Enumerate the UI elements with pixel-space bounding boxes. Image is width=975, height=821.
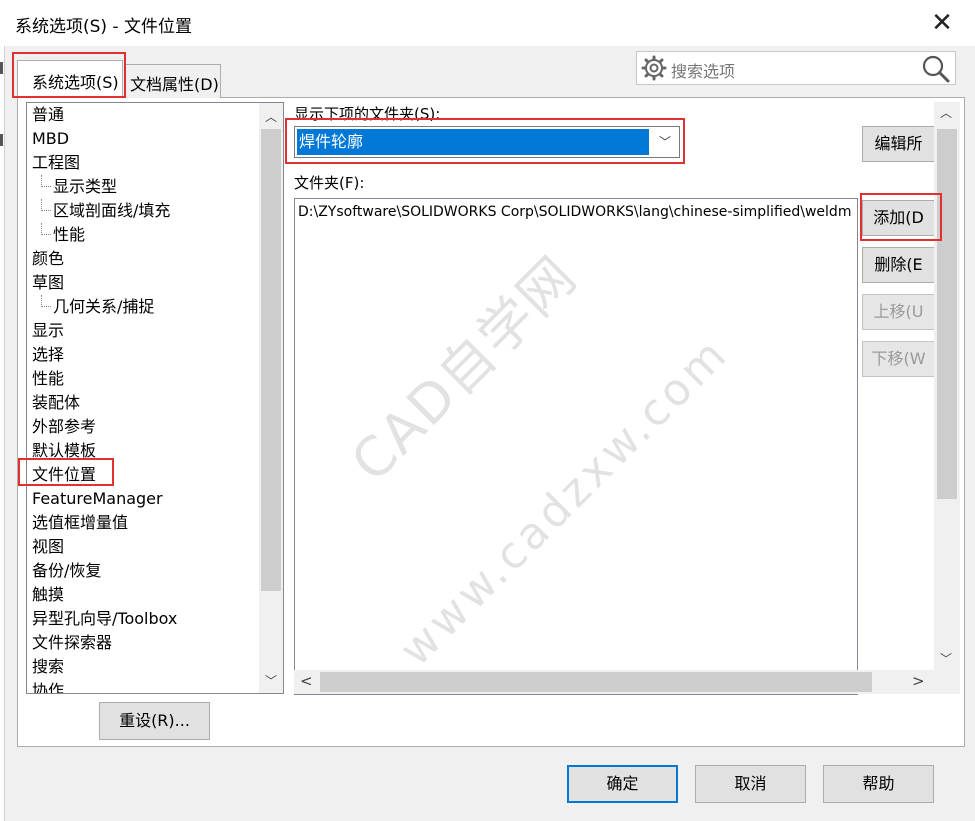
scroll-up-icon[interactable]: ︿ — [259, 105, 283, 129]
edge-mark — [0, 62, 3, 74]
scrollbar-thumb[interactable] — [320, 672, 872, 692]
folder-path-item[interactable]: D:\ZYsoftware\SOLIDWORKS Corp\SOLIDWORKS… — [298, 204, 851, 220]
tree-item-label: 颜色 — [32, 249, 65, 268]
scroll-down-icon[interactable]: ﹀ — [940, 650, 952, 667]
tree-item-label: 选值框增量值 — [32, 513, 129, 532]
show-folders-select[interactable]: 焊件轮廓 ﹀ — [294, 126, 680, 158]
tree-item-label: 外部参考 — [32, 417, 97, 436]
tree-item-label: 选择 — [32, 345, 65, 364]
tree-item[interactable]: 草图 — [32, 271, 64, 295]
tree-item-label: 默认模板 — [32, 441, 97, 460]
gear-icon — [641, 55, 667, 81]
scroll-left-icon[interactable]: < — [300, 672, 313, 690]
help-button[interactable]: 帮助 — [823, 765, 934, 803]
tree-item[interactable]: 装配体 — [32, 391, 80, 415]
delete-button[interactable]: 删除(E — [862, 247, 934, 283]
tree-item-label: 区域剖面线/填充 — [53, 201, 171, 220]
folders-label: 文件夹(F): — [294, 174, 365, 192]
show-folders-selected-value: 焊件轮廓 — [297, 129, 649, 155]
scroll-down-icon[interactable]: ﹀ — [259, 669, 283, 693]
tree-item[interactable]: 外部参考 — [32, 415, 96, 439]
ok-button[interactable]: 确定 — [567, 765, 678, 803]
tree-item-label: 异型孔向导/Toolbox — [32, 609, 178, 628]
tree-item[interactable]: 颜色 — [32, 247, 64, 271]
move-down-button[interactable]: 下移(W — [862, 341, 934, 377]
tree-item-label: 性能 — [32, 369, 65, 388]
tree-item[interactable]: 默认模板 — [32, 439, 96, 463]
tree-connector — [41, 223, 51, 235]
edit-button[interactable]: 编辑所 — [862, 126, 934, 162]
close-icon[interactable]: ✕ — [927, 8, 957, 38]
tree-item[interactable]: 备份/恢复 — [32, 559, 101, 583]
tree-item[interactable]: 性能 — [32, 367, 64, 391]
tree-item-label: 性能 — [53, 225, 86, 244]
tree-item-label: 搜索 — [32, 657, 65, 676]
window-title: 系统选项(S) - 文件位置 — [15, 17, 192, 37]
tree-item-label: 触摸 — [32, 585, 65, 604]
tree-item[interactable]: FeatureManager — [32, 487, 163, 511]
tree-item-label: 几何关系/捕捉 — [53, 297, 155, 316]
tree-item-label: 显示 — [32, 321, 65, 340]
show-folders-label: 显示下项的文件夹(S): — [294, 105, 441, 123]
tree-item[interactable]: 协作 — [32, 679, 64, 693]
tree-item-label: 备份/恢复 — [32, 561, 102, 580]
scroll-up-icon[interactable]: ︿ — [940, 104, 952, 121]
move-up-button[interactable]: 上移(U — [862, 294, 934, 330]
tree-scrollbar[interactable]: ︿ ﹀ — [259, 103, 283, 693]
tab-document-properties[interactable]: 文档属性(D) — [124, 64, 221, 98]
tree-item-label: MBD — [32, 129, 70, 148]
tree-item[interactable]: 选择 — [32, 343, 64, 367]
options-tree[interactable]: 普通 MBD 工程图 显示类型 区域剖面线/填充 性能 颜色 草图 几何关系/捕捉 显示 选择 性能装… — [26, 102, 284, 694]
tree-item-label: 显示类型 — [53, 177, 118, 196]
tree-item-label: 草图 — [32, 273, 65, 292]
tree-item[interactable]: 视图 — [32, 535, 64, 559]
add-button[interactable]: 添加(D — [862, 200, 934, 236]
tree-item[interactable]: 显示 — [32, 319, 64, 343]
tree-item-label: 文件探索器 — [32, 633, 113, 652]
tree-item[interactable]: 几何关系/捕捉 — [41, 295, 155, 319]
tree-connector — [41, 175, 51, 187]
tree-item[interactable]: 文件探索器 — [32, 631, 112, 655]
tree-item-label: 普通 — [32, 105, 65, 124]
scrollbar-thumb[interactable] — [937, 129, 957, 499]
tree-item-label: FeatureManager — [32, 489, 163, 508]
search-icon[interactable] — [921, 54, 951, 84]
tree-item-label: 协作 — [32, 681, 65, 693]
tree-item[interactable]: 异型孔向导/Toolbox — [32, 607, 177, 631]
tree-item-label: 装配体 — [32, 393, 81, 412]
chevron-down-icon[interactable]: ﹀ — [651, 127, 679, 157]
panel-scrollbar[interactable]: ︿ ﹀ — [934, 102, 960, 694]
tree-item[interactable]: 普通 — [32, 103, 64, 127]
search-options-box[interactable]: 搜索选项 — [636, 51, 956, 85]
options-tree-list: 普通 MBD 工程图 显示类型 区域剖面线/填充 性能 颜色 草图 几何关系/捕捉 显示 选择 性能装… — [27, 103, 259, 693]
title-bar: 系统选项(S) - 文件位置 ✕ — [0, 0, 975, 46]
folder-hscrollbar[interactable]: < > — [294, 670, 934, 694]
window-left-edge — [0, 46, 5, 821]
tree-item[interactable]: 显示类型 — [41, 175, 118, 199]
tab-system-options[interactable]: 系统选项(S) — [17, 60, 123, 98]
scroll-right-icon[interactable]: > — [912, 672, 925, 690]
tree-item[interactable]: 搜索 — [32, 655, 64, 679]
scrollbar-thumb[interactable] — [261, 129, 281, 591]
tree-item[interactable]: 选值框增量值 — [32, 511, 128, 535]
tree-item[interactable]: 触摸 — [32, 583, 64, 607]
tree-item-label: 工程图 — [32, 153, 81, 172]
reset-button[interactable]: 重设(R)... — [99, 702, 210, 740]
tree-item-label: 文件位置 — [32, 465, 97, 484]
tree-item[interactable]: 区域剖面线/填充 — [41, 199, 171, 223]
tree-item-label: 视图 — [32, 537, 65, 556]
folder-list[interactable]: D:\ZYsoftware\SOLIDWORKS Corp\SOLIDWORKS… — [294, 198, 858, 695]
tree-connector — [41, 295, 51, 307]
tree-item[interactable]: 性能 — [41, 223, 86, 247]
cancel-button[interactable]: 取消 — [695, 765, 806, 803]
edge-mark — [0, 134, 3, 146]
tree-item[interactable]: MBD — [32, 127, 69, 151]
tree-item[interactable]: 文件位置 — [32, 463, 96, 487]
tree-connector — [41, 199, 51, 211]
tree-item[interactable]: 工程图 — [32, 151, 80, 175]
search-input[interactable]: 搜索选项 — [671, 58, 735, 82]
